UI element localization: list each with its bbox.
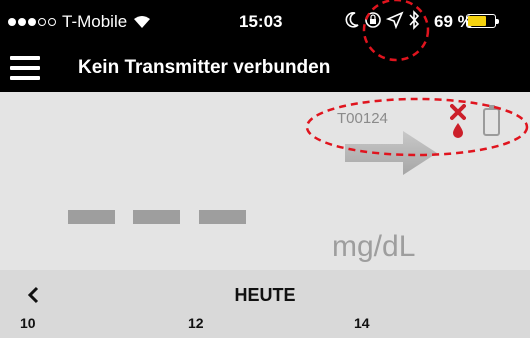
page-title: Kein Transmitter verbunden bbox=[78, 57, 331, 78]
glucose-value-placeholder bbox=[199, 210, 246, 224]
status-bar: T-Mobile 15:03 69 % bbox=[0, 0, 530, 44]
moon-icon bbox=[345, 12, 359, 28]
nav-bar: Kein Transmitter verbunden bbox=[0, 44, 530, 92]
battery-icon bbox=[466, 14, 499, 28]
glucose-value-placeholder bbox=[68, 210, 115, 224]
time-tick: 14 bbox=[354, 315, 370, 331]
glucose-unit: mg/dL bbox=[332, 230, 416, 263]
carrier-name: T-Mobile bbox=[62, 12, 128, 31]
hamburger-icon[interactable] bbox=[10, 56, 40, 80]
carrier-group: T-Mobile bbox=[8, 12, 151, 32]
annotation-ellipse-transmitter bbox=[305, 97, 529, 157]
status-time: 15:03 bbox=[239, 12, 283, 31]
date-label: HEUTE bbox=[234, 285, 296, 305]
glucose-value-placeholder bbox=[133, 210, 180, 224]
time-tick: 12 bbox=[188, 315, 204, 331]
wifi-icon bbox=[134, 16, 151, 28]
date-navigation: HEUTE 10 12 14 bbox=[0, 270, 530, 338]
signal-strength-icon bbox=[8, 18, 56, 26]
annotation-ellipse-status bbox=[362, 0, 430, 62]
time-tick: 10 bbox=[20, 315, 36, 331]
